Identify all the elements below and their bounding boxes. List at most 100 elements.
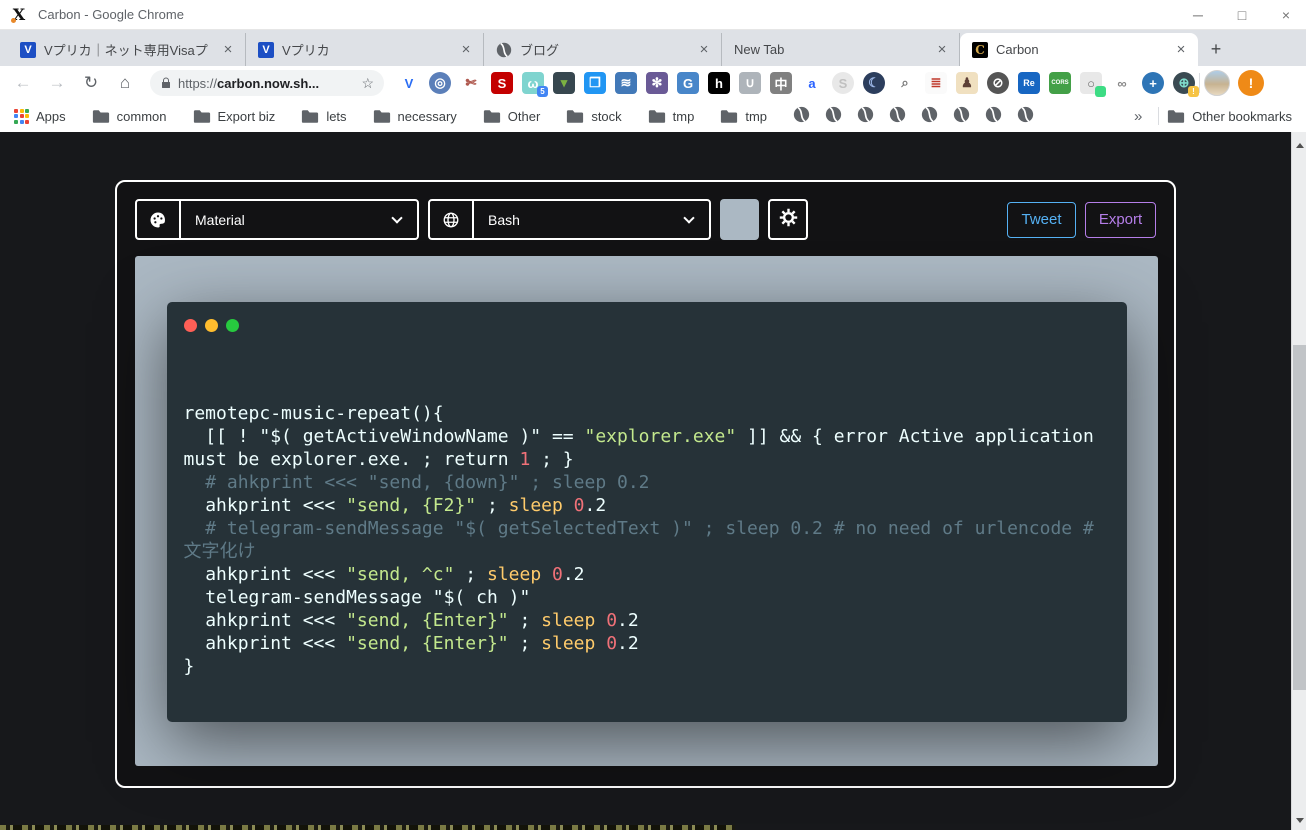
chevron-down-icon bbox=[683, 212, 694, 223]
ring-circle-extension-icon[interactable]: ◎ bbox=[429, 72, 451, 94]
tab-vpreca-2[interactable]: V Vプリカ × bbox=[246, 33, 484, 66]
bookmarks-divider bbox=[1158, 107, 1159, 125]
cat-counter-extension-icon[interactable]: ω5 bbox=[522, 72, 544, 94]
gray-face-extension-icon[interactable]: ∪ bbox=[739, 72, 761, 94]
purple-figure-extension-icon[interactable]: ✻ bbox=[646, 72, 668, 94]
tab-new-tab[interactable]: New Tab × bbox=[722, 33, 960, 66]
mouse-extension-icon[interactable]: ○ bbox=[1080, 72, 1102, 94]
close-button[interactable]: × bbox=[1276, 7, 1296, 23]
new-tab-button[interactable]: + bbox=[1202, 35, 1230, 63]
bookmark-globe[interactable] bbox=[985, 106, 1002, 126]
maximize-button[interactable]: □ bbox=[1232, 7, 1252, 23]
a-circle-extension-icon[interactable]: a bbox=[801, 72, 823, 94]
waves-extension-icon[interactable]: ≋ bbox=[615, 72, 637, 94]
url-text[interactable]: https://carbon.now.sh... bbox=[178, 76, 355, 91]
vpreca-favicon: V bbox=[20, 42, 36, 58]
page-content: Material Bash Tweet bbox=[0, 132, 1306, 830]
page-scrollbar[interactable] bbox=[1291, 132, 1306, 830]
hatena-extension-icon[interactable]: h bbox=[708, 72, 730, 94]
window-titlebar: X Carbon - Google Chrome ─ □ × bbox=[0, 0, 1306, 30]
naka-kanji-extension-icon[interactable]: 中 bbox=[770, 72, 792, 94]
bookmark-globe[interactable] bbox=[953, 106, 970, 126]
bookmark-globe[interactable] bbox=[1017, 106, 1034, 126]
tab-close-icon[interactable]: × bbox=[933, 41, 951, 59]
bookmark-globe[interactable] bbox=[921, 106, 938, 126]
bookmark-folder-export-biz[interactable]: Export biz bbox=[193, 109, 276, 124]
tab-close-icon[interactable]: × bbox=[1172, 41, 1190, 59]
s-faded-extension-icon[interactable]: S bbox=[832, 72, 854, 94]
scrollbar-down-button[interactable] bbox=[1292, 813, 1306, 828]
block-extension-icon[interactable]: ⊘ bbox=[987, 72, 1009, 94]
code-editor[interactable]: remotepc-music-repeat(){ [[ ! "$( getAct… bbox=[167, 402, 1127, 678]
bookmark-folder-tmp[interactable]: tmp bbox=[648, 109, 695, 124]
dark-moon-extension-icon[interactable]: ☾ bbox=[863, 72, 885, 94]
settings-button[interactable] bbox=[768, 199, 808, 240]
code-window: remotepc-music-repeat(){ [[ ! "$( getAct… bbox=[167, 302, 1127, 722]
carbon-container: Material Bash Tweet bbox=[115, 180, 1176, 788]
address-bar[interactable]: https://carbon.now.sh... ☆ bbox=[150, 70, 384, 96]
bookmark-folder-lets[interactable]: lets bbox=[301, 109, 346, 124]
bookmark-folder-tmp[interactable]: tmp bbox=[720, 109, 767, 124]
wallet-extension-icon[interactable]: ▾ bbox=[553, 72, 575, 94]
forward-button[interactable]: → bbox=[44, 70, 70, 96]
notes-doc-extension-icon[interactable]: ≣ bbox=[925, 72, 947, 94]
theme-value: Material bbox=[181, 212, 393, 228]
bookmark-globe[interactable] bbox=[793, 106, 810, 126]
clipper-tool-extension-icon[interactable]: ✄ bbox=[460, 72, 482, 94]
bookmark-globe[interactable] bbox=[825, 106, 842, 126]
bookmark-folder-common[interactable]: common bbox=[92, 109, 167, 124]
language-select[interactable]: Bash bbox=[428, 199, 711, 240]
carbon-favicon: C bbox=[972, 42, 988, 58]
folder-icon bbox=[1167, 109, 1185, 124]
home-button[interactable]: ⌂ bbox=[112, 70, 138, 96]
seo-extension-icon[interactable]: S bbox=[491, 72, 513, 94]
other-bookmarks-folder[interactable]: Other bookmarks bbox=[1167, 109, 1292, 124]
back-button[interactable]: ← bbox=[10, 70, 36, 96]
globe-favicon bbox=[496, 42, 512, 58]
window-dots bbox=[167, 302, 1127, 332]
folder-icon bbox=[92, 109, 110, 124]
minimize-button[interactable]: ─ bbox=[1188, 7, 1208, 23]
cors-extension-icon[interactable]: CORS bbox=[1049, 72, 1071, 94]
theme-select[interactable]: Material bbox=[135, 199, 419, 240]
apps-shortcut[interactable]: Apps bbox=[14, 109, 66, 124]
translate-extension-icon[interactable]: G bbox=[677, 72, 699, 94]
bookmarks-bar: Apps common Export biz lets necessary Other s… bbox=[0, 100, 1306, 132]
blue-wheel-extension-icon[interactable]: + bbox=[1142, 72, 1164, 94]
tab-blog[interactable]: ブログ × bbox=[484, 33, 722, 66]
bookmark-folder-stock[interactable]: stock bbox=[566, 109, 621, 124]
background-color-swatch[interactable] bbox=[720, 199, 759, 240]
chrome-menu-update-button[interactable]: ! bbox=[1238, 70, 1264, 96]
bookmark-folder-necessary[interactable]: necessary bbox=[373, 109, 457, 124]
person-hat-extension-icon[interactable]: ♟ bbox=[956, 72, 978, 94]
toolbar-divider bbox=[1199, 73, 1200, 93]
tab-carbon[interactable]: C Carbon × bbox=[960, 33, 1198, 66]
bookmark-star-icon[interactable]: ☆ bbox=[361, 75, 374, 92]
apps-grid-icon bbox=[14, 109, 29, 124]
folder-icon bbox=[720, 109, 738, 124]
re-extension-icon[interactable]: Re bbox=[1018, 72, 1040, 94]
vpreca-extension-icon[interactable]: V bbox=[398, 72, 420, 94]
profile-avatar[interactable] bbox=[1204, 70, 1230, 96]
tab-vpreca-1[interactable]: V Vプリカ｜ネット専用Visaプ × bbox=[8, 33, 246, 66]
reload-button[interactable]: ↻ bbox=[78, 70, 104, 96]
tweet-button[interactable]: Tweet bbox=[1007, 202, 1076, 238]
tab-close-icon[interactable]: × bbox=[457, 41, 475, 59]
browser-window-extension-icon[interactable]: ❐ bbox=[584, 72, 606, 94]
export-button[interactable]: Export bbox=[1085, 202, 1156, 238]
palette-icon bbox=[137, 201, 181, 238]
bookmark-globe[interactable] bbox=[857, 106, 874, 126]
bookmark-globe[interactable] bbox=[889, 106, 906, 126]
magnifier-extension-icon[interactable]: ⌕ bbox=[894, 72, 916, 94]
editor-background[interactable]: remotepc-music-repeat(){ [[ ! "$( getAct… bbox=[135, 256, 1158, 766]
code-line: ahkprint <<< "send, ^c" ; sleep 0.2 bbox=[184, 563, 1110, 586]
tab-close-icon[interactable]: × bbox=[695, 41, 713, 59]
bookmarks-overflow-chevron[interactable]: » bbox=[1126, 108, 1150, 125]
scrollbar-up-button[interactable] bbox=[1292, 138, 1306, 153]
molecule-extension-icon[interactable]: ∞ bbox=[1111, 72, 1133, 94]
scrollbar-thumb[interactable] bbox=[1293, 345, 1306, 690]
folder-icon bbox=[373, 109, 391, 124]
globe-warning-extension-icon[interactable]: ⊕! bbox=[1173, 72, 1195, 94]
bookmark-folder-other[interactable]: Other bbox=[483, 109, 541, 124]
tab-close-icon[interactable]: × bbox=[219, 41, 237, 59]
